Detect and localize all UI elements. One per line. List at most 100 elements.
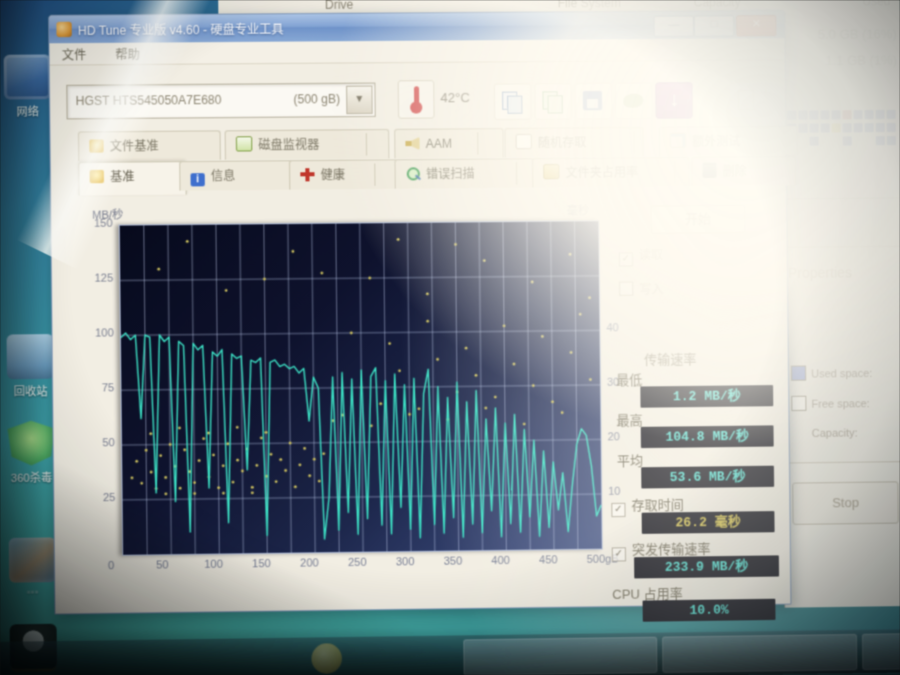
left-axis-tick: 50 (102, 437, 115, 450)
maximize-button[interactable]: □ (693, 15, 735, 37)
disk-block (875, 123, 885, 133)
tab-scan[interactable]: 错误扫描 (394, 158, 535, 189)
hdtune-window: HD Tune 专业版 v4.60 - 硬盘专业工具 — □ ✕ 文件 帮助 H… (48, 9, 798, 622)
tab-bulb[interactable]: 文件基准 (77, 130, 221, 161)
drive-capacity: (500 gB) (293, 91, 341, 107)
disk-block (821, 137, 830, 146)
menu-file[interactable]: 文件 (49, 43, 98, 67)
chart-icon (235, 136, 253, 152)
transfer-rate-group-label: 传输速率 (643, 351, 697, 368)
tab-label: AAM (425, 136, 453, 151)
disk-block (820, 110, 830, 120)
tab-bulb[interactable]: 基准 (78, 161, 187, 196)
used-space-legend: Used space: (790, 365, 872, 381)
access-time-value: 26.2 毫秒 (641, 511, 775, 534)
avg-value: 53.6 MB/秒 (641, 465, 775, 489)
exit-icon (737, 89, 755, 111)
free-space-swatch (791, 395, 807, 412)
avg-label: 平均 (616, 453, 644, 469)
download-button[interactable]: ↓ (655, 82, 693, 119)
folder-icon (543, 164, 560, 180)
network-icon (3, 54, 52, 100)
results-panel: 开始 ✓ 读取 写入 传输速率 最低 1.2 MB/秒 最高 104.8 MB/秒… (604, 196, 781, 622)
x-axis-tick: 0 (107, 559, 115, 573)
disk-block (886, 109, 896, 119)
left-axis-tick: 75 (101, 382, 115, 395)
tab-speaker[interactable]: AAM (394, 128, 504, 159)
right-axis-label: 毫秒 (566, 205, 590, 218)
tab-chart[interactable]: 磁盘监视器 (224, 129, 390, 160)
disk-block (864, 109, 874, 120)
background-window: 5.0 GB (16%) 1.1 GB (1%) Properties Used… (778, 10, 900, 608)
copy-button[interactable] (493, 83, 532, 121)
tab-label: 磁盘监视器 (258, 137, 320, 153)
tab-row-primary: 基准 i 信息 健康 错误扫描 文件夹占用率 删除 (51, 155, 797, 197)
access-time-checkbox-icon[interactable]: ✓ (611, 502, 626, 518)
free-space-legend: Free space: (791, 395, 870, 412)
copy-text-button[interactable] (534, 83, 572, 120)
taskbar-button[interactable] (463, 636, 658, 675)
tab-info[interactable]: i 信息 (179, 160, 298, 191)
disk-block (842, 123, 852, 133)
minimize-button[interactable]: — (653, 15, 695, 38)
chevron-down-icon[interactable]: ▼ (346, 85, 373, 115)
capacity-label: Capacity: (811, 427, 858, 441)
start-button[interactable]: 开始 (650, 204, 746, 234)
trash-icon (702, 164, 717, 178)
tab-separator (365, 133, 368, 156)
x-axis-tick: 50 (156, 559, 169, 572)
download-icon: ↓ (668, 88, 680, 111)
drive-select-dropdown[interactable]: HGST HTS545050A7E680 (500 gB) ▼ (66, 82, 376, 120)
tab-label: 文件基准 (109, 138, 159, 154)
tab-separator (633, 131, 635, 154)
info-icon: i (190, 173, 205, 187)
tab-page[interactable]: 随机存取 (504, 126, 644, 158)
photographed-screen: Drive File System Capacity Used 5.0 GB (… (0, 0, 900, 675)
left-axis-tick: 150 (93, 217, 113, 230)
tab-separator (477, 132, 479, 155)
tab-separator (374, 163, 376, 186)
column-file-system: File System (557, 0, 621, 11)
tab-label: 删除 (722, 164, 747, 179)
partition-row: 5.0 GB (16%) (817, 26, 897, 42)
drive-model: HGST HTS545050A7E680 (75, 92, 222, 109)
write-option[interactable]: 写入 (619, 280, 664, 298)
disk-block (787, 110, 797, 120)
toolbar: HGST HTS545050A7E680 (500 gB) ▼ 42°C ↓ (50, 59, 786, 125)
recycle-bin-icon (6, 334, 54, 380)
max-value: 104.8 MB/秒 (640, 425, 774, 449)
hdtune-app-icon (56, 21, 72, 38)
tab-trash[interactable]: 删除 (691, 155, 797, 187)
x-axis-tick: 300 (395, 556, 415, 569)
read-option[interactable]: ✓ 读取 (618, 246, 664, 267)
column-drive: Drive (324, 0, 354, 12)
max-label: 最高 (616, 412, 643, 429)
tab-label: 额外测试 (692, 134, 741, 149)
start-orb-icon[interactable] (311, 643, 343, 674)
menu-help[interactable]: 帮助 (103, 43, 152, 67)
tab-extra[interactable]: 额外测试 (658, 125, 798, 157)
properties-label: Properties (787, 264, 853, 282)
extra-icon (669, 132, 687, 148)
burst-value: 233.9 MB/秒 (634, 555, 780, 579)
tab-health[interactable]: 健康 (288, 159, 403, 190)
stop-button[interactable]: Stop (792, 481, 899, 525)
save-button[interactable] (574, 82, 613, 120)
screenshot-button[interactable] (614, 82, 653, 120)
exit-button[interactable] (728, 81, 767, 119)
write-checkbox-icon[interactable] (619, 281, 634, 296)
tab-label: 健康 (320, 167, 346, 183)
disk-block (798, 110, 808, 120)
disk-block (831, 110, 841, 120)
taskbar-button[interactable] (662, 633, 858, 673)
tab-label: 随机存取 (537, 135, 587, 151)
x-axis-tick: 250 (347, 556, 367, 570)
disk-block (831, 123, 841, 133)
burst-checkbox-icon[interactable]: ✓ (611, 547, 627, 562)
x-axis-tick: 350 (443, 555, 463, 568)
disk-block (809, 136, 819, 146)
tab-folder[interactable]: 文件夹占用率 (532, 156, 690, 188)
taskbar-button[interactable] (861, 633, 900, 671)
read-checkbox-icon[interactable]: ✓ (618, 252, 634, 267)
close-button[interactable]: ✕ (736, 14, 777, 37)
